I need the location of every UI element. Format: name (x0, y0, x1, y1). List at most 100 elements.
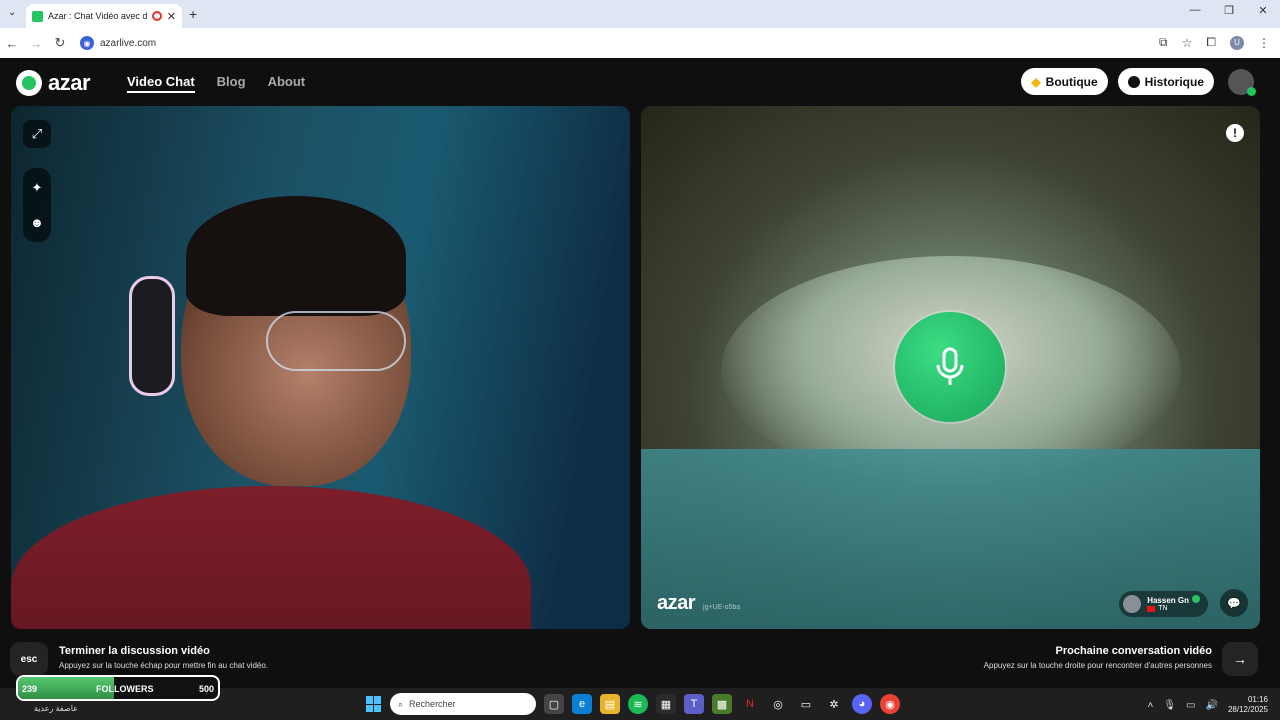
report-shield-icon[interactable]: ! (1226, 124, 1244, 142)
nav-blog[interactable]: Blog (217, 74, 246, 93)
peer-name-row: Hassen Gn (1147, 595, 1200, 605)
browser-menu-icon[interactable]: ⋮ (1258, 36, 1270, 50)
weather-text[interactable]: عاصفة رعدية (34, 704, 78, 713)
tab-close-icon[interactable]: ✕ (167, 10, 176, 23)
url-text: azarlive.com (100, 37, 157, 49)
red-app-icon[interactable]: N (740, 694, 760, 714)
site-info-icon[interactable]: ◉ (80, 36, 94, 50)
recording-indicator-icon (151, 11, 162, 21)
azar-app: azar Video Chat Blog About ◆ Boutique Hi… (0, 58, 1280, 688)
azar-logo-mark-icon (16, 70, 42, 96)
end-chat-title: Terminer la discussion vidéo (59, 645, 210, 657)
url-field[interactable]: ◉ azarlive.com (80, 36, 156, 50)
nav-video-chat[interactable]: Video Chat (127, 74, 195, 93)
verified-icon (1192, 595, 1200, 603)
taskbar-apps: ⌕ Rechercher ▢ e ▤ ≋ ▦ T ▩ N ◎ ▭ ✲ ◕ ◉ (366, 693, 900, 715)
tray-microphone-icon[interactable]: 🎙 (1163, 700, 1176, 711)
search-placeholder: Rechercher (409, 699, 456, 709)
clock-icon (1127, 75, 1140, 88)
main-nav: Video Chat Blog About (127, 74, 305, 93)
address-bar-actions: ⧉ ☆ ⧠ U ⋮ (1159, 35, 1270, 50)
tunisia-flag-icon (1147, 606, 1156, 612)
forward-arrow-icon[interactable]: → (24, 36, 48, 51)
new-tab-button[interactable]: + (189, 6, 197, 22)
next-chat-subtitle: Appuyez sur la touche droite pour rencon… (983, 661, 1212, 670)
tab-title: Azar : Chat Vidéo avec de (48, 11, 147, 21)
peer-country: TN (1158, 605, 1168, 612)
microphone-icon (936, 347, 964, 385)
back-arrow-icon[interactable]: ← (0, 36, 24, 51)
watermark-logo: azar (657, 592, 696, 614)
local-video-tools: ⤢ ✦ ☻ (23, 120, 51, 242)
user-avatar[interactable] (1228, 68, 1256, 96)
glasses (266, 311, 406, 371)
tray-chevron-up-icon[interactable]: ˄ (1148, 700, 1154, 711)
edge-icon[interactable]: e (572, 694, 592, 714)
install-app-icon[interactable]: ⧉ (1159, 35, 1168, 50)
followers-current: 239 (22, 684, 38, 694)
boutique-button[interactable]: ◆ Boutique (1021, 68, 1108, 95)
system-tray: ˄ 🎙 ▭ 🔊 01:16 28/12/2025 (1148, 695, 1269, 715)
esc-key-button[interactable]: esc (10, 642, 48, 676)
close-window-button[interactable]: ✕ (1246, 4, 1280, 17)
taskbar-clock[interactable]: 01:16 28/12/2025 (1228, 695, 1268, 715)
expand-icon[interactable]: ⤢ (23, 120, 51, 148)
next-arrow-button[interactable]: → (1222, 642, 1258, 676)
tray-network-icon[interactable]: ▭ (1186, 700, 1195, 711)
windows-start-icon[interactable] (366, 696, 382, 712)
restore-button[interactable]: ❐ (1212, 4, 1246, 17)
followers-label: FOLLOWERS (96, 684, 154, 694)
next-chat-title: Prochaine conversation vidéo (1055, 645, 1213, 657)
headset-icon (129, 276, 175, 396)
taskbar-search-input[interactable]: ⌕ Rechercher (390, 693, 536, 715)
minimize-button[interactable]: — (1178, 4, 1212, 17)
peer-country-row: TN (1147, 605, 1200, 613)
spotify-icon[interactable]: ≋ (628, 694, 648, 714)
historique-button[interactable]: Historique (1117, 68, 1214, 95)
extensions-icon[interactable]: ⧠ (1206, 35, 1216, 50)
gear-app-icon[interactable]: ✲ (824, 694, 844, 714)
profile-avatar[interactable]: U (1230, 35, 1244, 50)
peer-info-badge[interactable]: Hassen Gn TN (1119, 591, 1208, 617)
tray-volume-icon[interactable]: 🔊 (1206, 700, 1218, 711)
local-video-panel: ⤢ ✦ ☻ (11, 106, 630, 629)
header-actions: ◆ Boutique Historique (1021, 68, 1256, 96)
steam-icon[interactable]: ◎ (768, 694, 788, 714)
tab-search-chevron-icon[interactable]: ⌄ (8, 7, 16, 18)
sparkle-effects-icon[interactable]: ✦ (23, 174, 51, 202)
peer-avatar (1123, 595, 1142, 613)
microphone-button[interactable] (895, 312, 1005, 422)
discord-icon[interactable]: ◕ (852, 694, 872, 714)
reload-icon[interactable]: ↻ (48, 35, 72, 51)
terminal-icon[interactable]: ▭ (796, 694, 816, 714)
historique-label: Historique (1144, 74, 1204, 89)
effects-toolbar: ✦ ☻ (23, 168, 51, 242)
local-person-hair (186, 196, 406, 316)
face-filter-icon[interactable]: ☻ (23, 208, 51, 236)
search-icon: ⌕ (398, 698, 404, 709)
azar-logo[interactable]: azar (16, 70, 91, 96)
end-chat-subtitle: Appuyez sur la touche échap pour mettre … (59, 661, 269, 670)
chat-bubble-icon[interactable]: 💬 (1220, 589, 1248, 617)
chrome-icon[interactable]: ◉ (880, 694, 900, 714)
azar-favicon-icon (32, 10, 43, 22)
window-controls: — ❐ ✕ (1178, 4, 1280, 17)
peer-name: Hassen Gn (1147, 596, 1189, 605)
address-bar: ← → ↻ ◉ azarlive.com ⧉ ☆ ⧠ U ⋮ (0, 28, 1280, 58)
followers-goal-bar: 239 FOLLOWERS 500 (16, 675, 220, 701)
file-explorer-icon[interactable]: ▤ (600, 694, 620, 714)
followers-goal: 500 (198, 684, 214, 694)
browser-tab-strip: ⌄ Azar : Chat Vidéo avec de ✕ + — ❐ ✕ (0, 0, 1280, 28)
bookmark-star-icon[interactable]: ☆ (1182, 36, 1193, 50)
nav-about[interactable]: About (268, 74, 306, 93)
store-icon[interactable]: ▦ (656, 694, 676, 714)
teams-icon[interactable]: T (684, 694, 704, 714)
minecraft-icon[interactable]: ▩ (712, 694, 732, 714)
local-person-sweater (11, 486, 531, 629)
browser-tab-azar[interactable]: Azar : Chat Vidéo avec de ✕ (26, 4, 182, 28)
azar-watermark: azar jg+UE-o5ba (657, 592, 740, 615)
boutique-label: Boutique (1045, 74, 1098, 89)
azar-logo-text: azar (48, 70, 91, 95)
gem-icon: ◆ (1031, 74, 1041, 89)
task-view-icon[interactable]: ▢ (544, 694, 564, 714)
